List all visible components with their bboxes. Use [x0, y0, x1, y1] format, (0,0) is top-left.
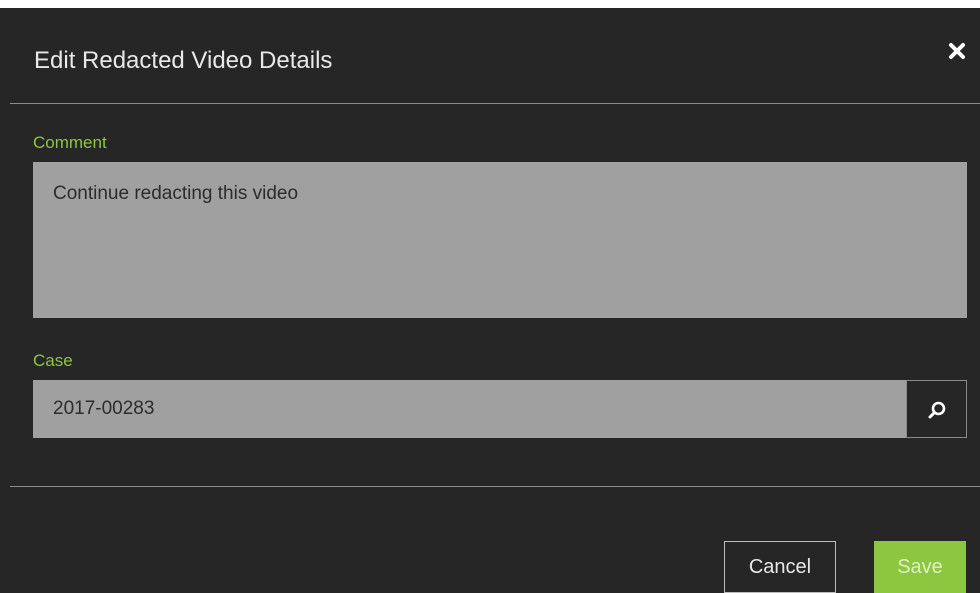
close-button[interactable]	[946, 40, 968, 62]
cancel-button[interactable]: Cancel	[724, 541, 836, 593]
case-field[interactable]: 2017-00283	[33, 380, 906, 438]
case-label: Case	[33, 351, 73, 370]
dialog-title: Edit Redacted Video Details	[34, 47, 333, 74]
comment-label: Comment	[33, 133, 107, 152]
dialog-body: Comment Continue redacting this video Ca…	[10, 104, 980, 486]
dialog-footer: Cancel Save	[10, 486, 980, 593]
close-icon	[949, 43, 965, 59]
case-search-button[interactable]	[906, 380, 967, 438]
dialog-header: Edit Redacted Video Details	[10, 8, 980, 104]
edit-redacted-video-dialog: Edit Redacted Video Details Comment Cont…	[10, 8, 980, 593]
comment-field[interactable]: Continue redacting this video	[33, 162, 967, 318]
top-strip	[0, 0, 980, 8]
search-icon	[928, 401, 946, 419]
save-button[interactable]: Save	[874, 541, 966, 593]
